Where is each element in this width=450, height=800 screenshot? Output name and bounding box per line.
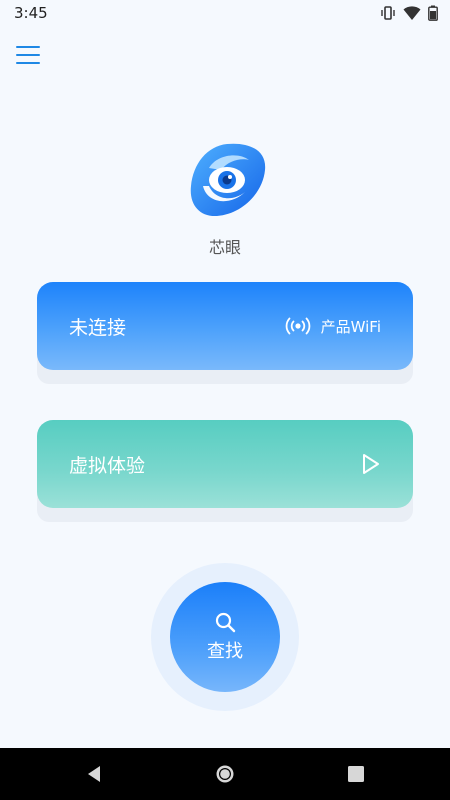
home-icon[interactable] [215, 764, 235, 784]
menu-icon-line [16, 54, 40, 56]
back-icon[interactable] [84, 764, 104, 784]
demo-card-wrap: 虚拟体验 [37, 420, 413, 522]
vibrate-icon [381, 6, 395, 20]
search-label: 查找 [207, 641, 243, 662]
recents-icon[interactable] [347, 764, 365, 784]
status-time: 3:45 [14, 4, 48, 22]
connect-card[interactable]: 未连接 产品WiFi [37, 282, 413, 370]
menu-button[interactable] [16, 46, 40, 66]
play-icon [363, 454, 379, 474]
app-name: 芯眼 [208, 238, 241, 257]
demo-title: 虚拟体验 [69, 454, 146, 477]
menu-icon-line [16, 46, 40, 48]
battery-icon [428, 5, 438, 21]
camera-eye-logo [190, 143, 266, 217]
wifi-icon [403, 6, 421, 20]
product-wifi: 产品WiFi [285, 316, 381, 337]
status-icons [380, 5, 438, 21]
connect-card-wrap: 未连接 产品WiFi [37, 282, 413, 384]
nav-bar [0, 748, 450, 800]
wifi-broadcast-icon [285, 317, 310, 335]
search-icon [215, 612, 236, 633]
connect-status: 未连接 [69, 316, 127, 339]
product-wifi-label: 产品WiFi [320, 317, 381, 336]
status-bar: 3:45 [0, 0, 450, 26]
demo-card[interactable]: 虚拟体验 [37, 420, 413, 508]
menu-icon-line [16, 62, 40, 64]
search-button[interactable]: 查找 [170, 582, 280, 692]
